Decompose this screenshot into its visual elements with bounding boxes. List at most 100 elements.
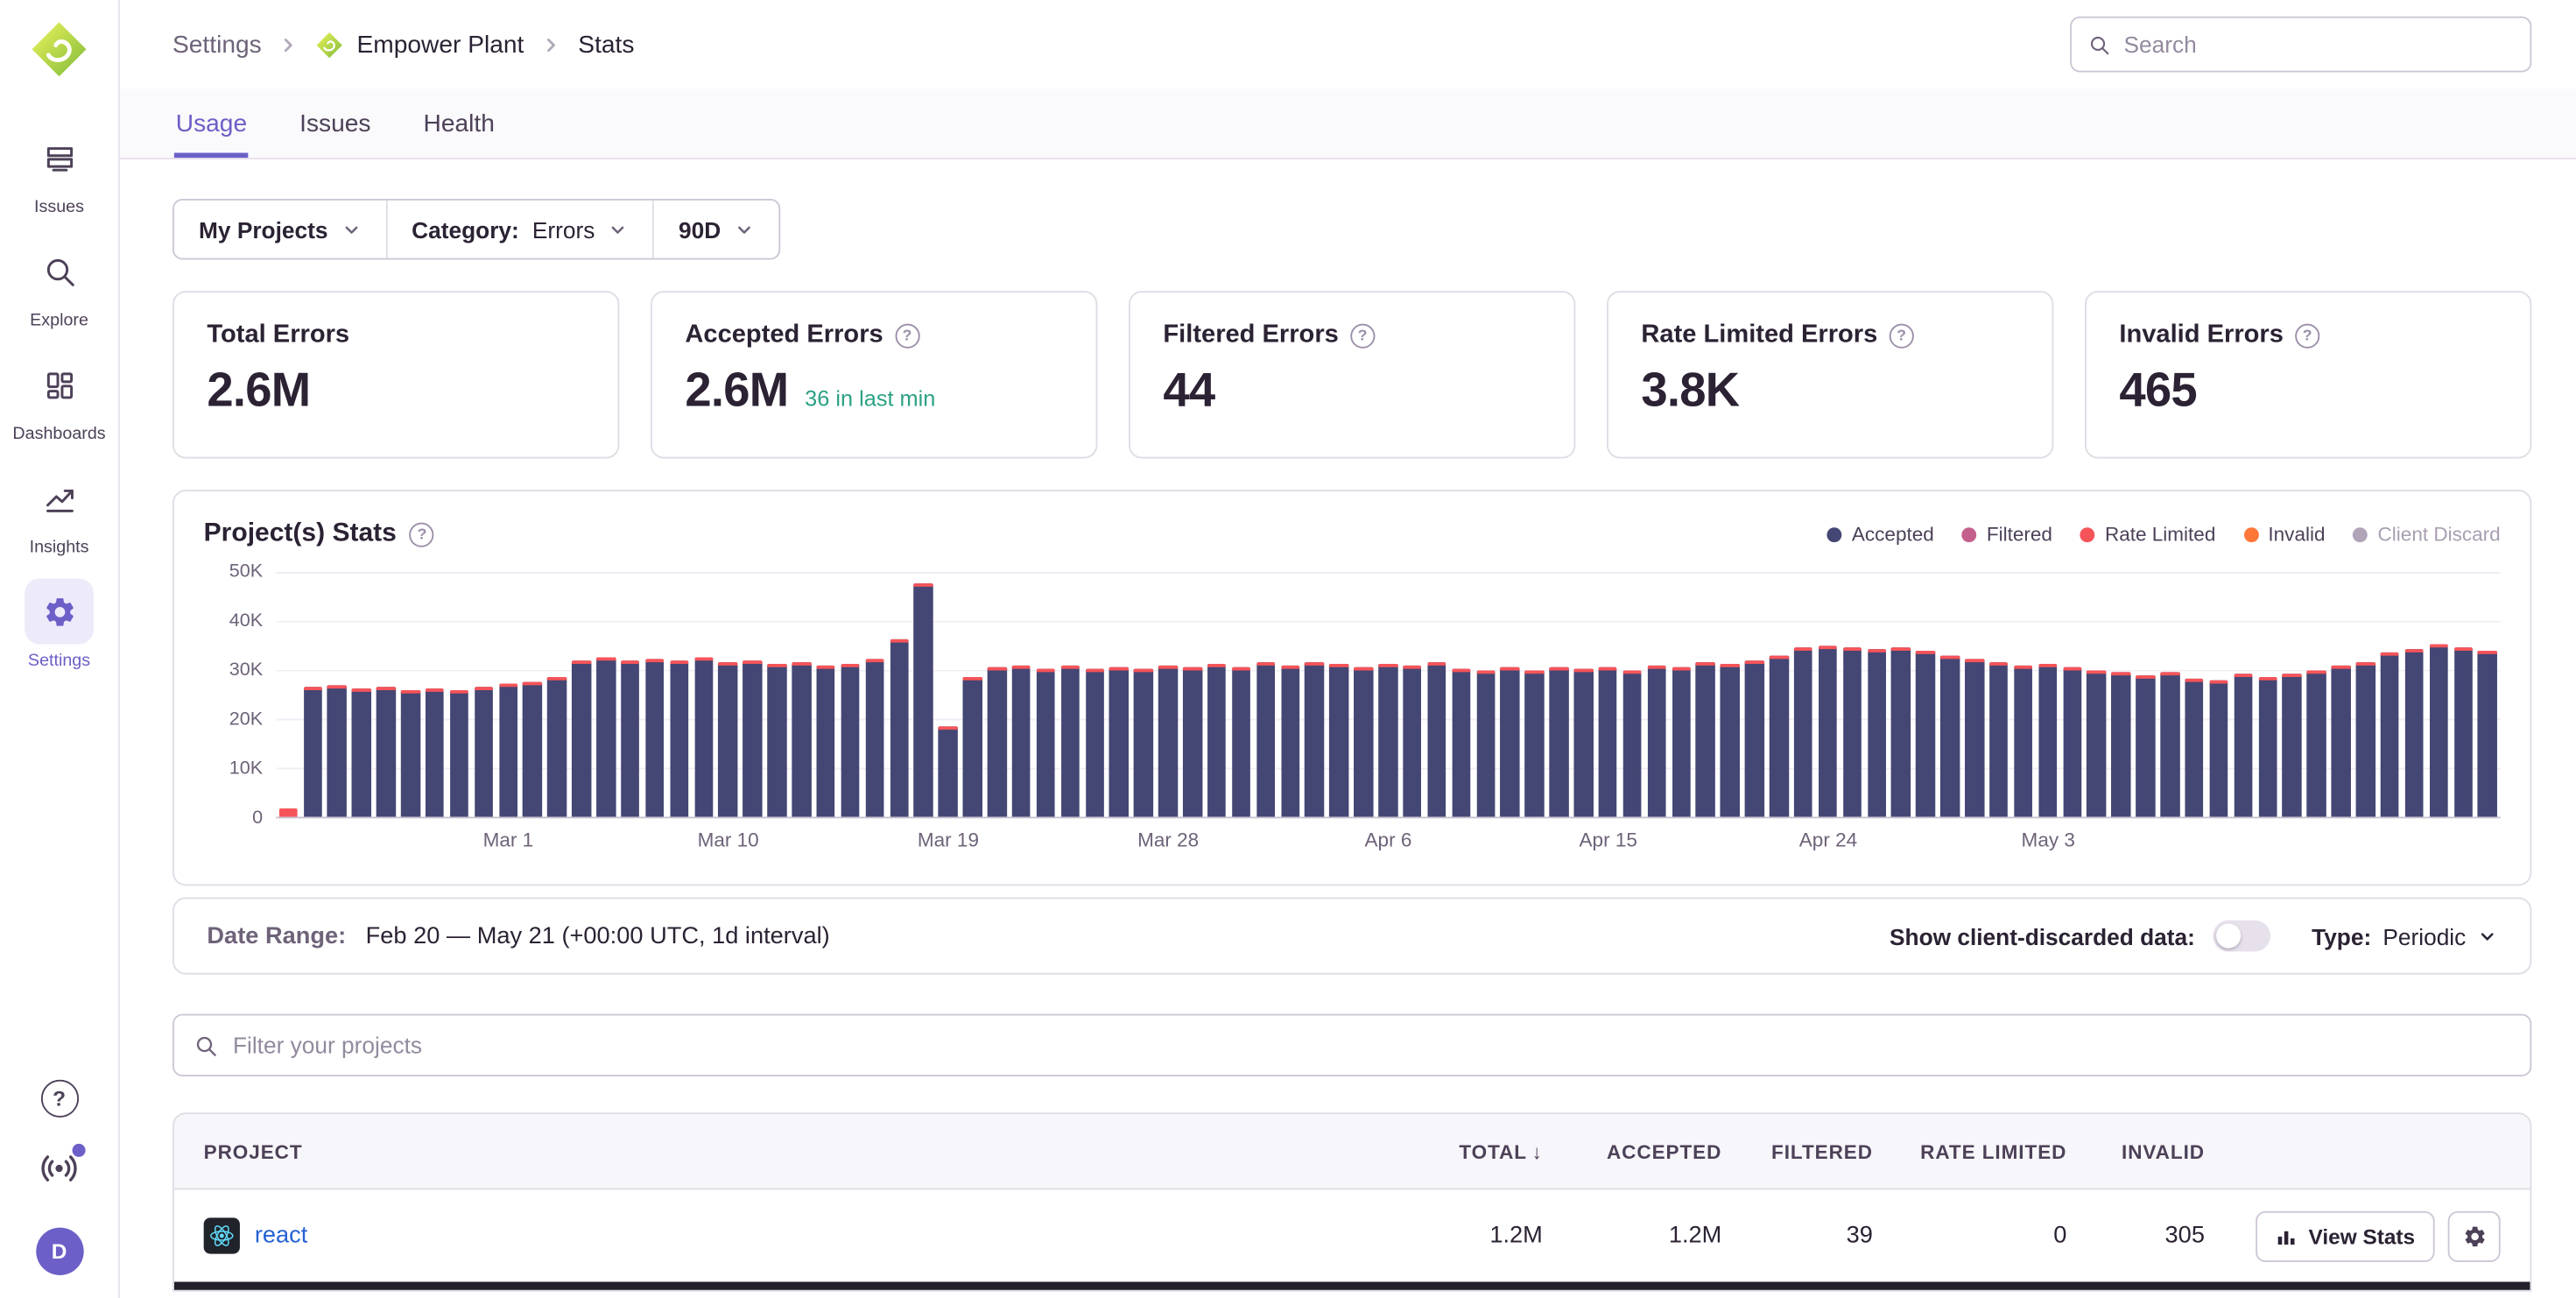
chart-bar[interactable]: [1306, 662, 1325, 817]
chart-bar[interactable]: [1452, 668, 1471, 816]
chart-bar[interactable]: [1354, 667, 1373, 817]
chart-bar[interactable]: [719, 663, 738, 817]
project-filter-search[interactable]: [172, 1014, 2531, 1076]
chart-bar[interactable]: [572, 660, 591, 817]
chart-bar[interactable]: [547, 678, 567, 817]
chart-bar[interactable]: [2014, 666, 2033, 816]
chart-bar[interactable]: [988, 668, 1007, 817]
sidebar-item-insights[interactable]: Insights: [0, 465, 118, 557]
chart-bar[interactable]: [2160, 672, 2179, 816]
sidebar-item-issues[interactable]: Issues: [0, 125, 118, 217]
chart-bar[interactable]: [743, 660, 763, 817]
breadcrumb-org[interactable]: Empower Plant: [316, 31, 524, 59]
chart-bar[interactable]: [1599, 667, 1618, 816]
chart-bar[interactable]: [914, 582, 933, 816]
chart-bar[interactable]: [1403, 666, 1422, 816]
sidebar-item-explore[interactable]: Explore: [0, 238, 118, 330]
tab-issues[interactable]: Issues: [298, 88, 372, 158]
chart-bar[interactable]: [1794, 648, 1813, 816]
category-filter-dropdown[interactable]: Category: Errors: [385, 201, 652, 258]
project-link[interactable]: react: [255, 1223, 308, 1249]
chart-bar[interactable]: [1989, 663, 2009, 817]
chart-bar[interactable]: [2087, 670, 2107, 817]
chart-bar[interactable]: [450, 690, 469, 817]
legend-item-accepted[interactable]: Accepted: [1827, 523, 1934, 546]
chart-bar[interactable]: [2453, 647, 2473, 817]
chart-bar[interactable]: [2234, 674, 2253, 817]
chart-bar[interactable]: [377, 687, 396, 817]
chart-bar[interactable]: [1550, 667, 1569, 817]
chart-bar[interactable]: [426, 688, 445, 817]
client-discard-toggle[interactable]: [2214, 921, 2271, 952]
chart-bar[interactable]: [278, 809, 298, 817]
sidebar-item-settings[interactable]: Settings: [0, 578, 118, 670]
chart-bar[interactable]: [2063, 667, 2082, 817]
chart-bar[interactable]: [1207, 664, 1227, 816]
chart-bar[interactable]: [645, 659, 665, 817]
chart-bar[interactable]: [939, 725, 958, 816]
chart-bar[interactable]: [2478, 651, 2497, 816]
legend-item-filtered[interactable]: Filtered: [1962, 523, 2052, 546]
chart-bar[interactable]: [1427, 662, 1446, 816]
col-header-filtered[interactable]: FILTERED: [1721, 1139, 1873, 1162]
chart-bar[interactable]: [1647, 665, 1666, 816]
info-icon[interactable]: [410, 522, 434, 547]
project-filter-input[interactable]: [233, 1032, 2510, 1058]
chart-bar[interactable]: [1134, 669, 1153, 817]
chart-bar[interactable]: [816, 666, 835, 816]
tab-usage[interactable]: Usage: [174, 88, 249, 158]
info-icon[interactable]: [1350, 323, 1375, 348]
sidebar-item-dashboards[interactable]: Dashboards: [0, 352, 118, 444]
chart-bar[interactable]: [1770, 656, 1789, 816]
legend-item-client-discard[interactable]: Client Discard: [2353, 523, 2500, 546]
tab-health[interactable]: Health: [422, 88, 496, 158]
chart-bar[interactable]: [401, 689, 420, 816]
chart-bar[interactable]: [2112, 673, 2131, 816]
breadcrumb-settings[interactable]: Settings: [172, 31, 262, 59]
avatar[interactable]: D: [35, 1228, 82, 1275]
chart-bar[interactable]: [963, 676, 982, 816]
chart-bar[interactable]: [2405, 649, 2425, 817]
chart-bar[interactable]: [2429, 645, 2448, 817]
chart-bar[interactable]: [327, 685, 347, 817]
chart-bar[interactable]: [1745, 660, 1764, 817]
chart-bar[interactable]: [1060, 666, 1080, 816]
chart-bar[interactable]: [2307, 670, 2326, 816]
col-header-rate-limited[interactable]: RATE LIMITED: [1873, 1139, 2066, 1162]
info-icon[interactable]: [895, 323, 919, 348]
chart-bar[interactable]: [352, 689, 371, 817]
chart-bar[interactable]: [2381, 653, 2400, 817]
chart-bar[interactable]: [2209, 681, 2228, 816]
chart-bar[interactable]: [303, 688, 322, 816]
chart-bar[interactable]: [841, 663, 860, 816]
chart-bar[interactable]: [1672, 668, 1691, 817]
chart-bar[interactable]: [768, 665, 787, 817]
info-icon[interactable]: [1889, 323, 1913, 348]
chart-bar[interactable]: [499, 684, 518, 817]
chart-bar[interactable]: [1378, 663, 1397, 816]
col-header-accepted[interactable]: ACCEPTED: [1543, 1139, 1722, 1162]
col-header-total[interactable]: TOTAL↓: [1346, 1139, 1543, 1162]
period-filter-dropdown[interactable]: 90D: [652, 201, 778, 258]
chart-bar[interactable]: [1696, 661, 1715, 816]
chart-bar[interactable]: [890, 639, 909, 817]
chart-bar[interactable]: [2258, 677, 2277, 816]
chart-bar[interactable]: [1232, 667, 1251, 817]
chart-bar[interactable]: [1891, 646, 1911, 816]
global-search[interactable]: [2070, 17, 2531, 73]
chart-bar[interactable]: [1525, 670, 1545, 817]
chart-bar[interactable]: [1256, 663, 1276, 817]
chart-bar[interactable]: [1721, 665, 1740, 817]
chart-bar[interactable]: [694, 658, 714, 817]
chart-bar[interactable]: [1574, 669, 1594, 816]
chart-bar[interactable]: [1037, 668, 1056, 816]
chart-bar[interactable]: [670, 660, 689, 816]
chart-bar[interactable]: [1183, 668, 1202, 817]
chart-bar[interactable]: [1281, 665, 1300, 816]
chart-bar[interactable]: [475, 686, 494, 816]
chart-bar[interactable]: [2136, 676, 2156, 817]
chart-bar[interactable]: [2185, 678, 2204, 816]
chart-bar[interactable]: [1843, 647, 1862, 816]
chart-bar[interactable]: [621, 661, 640, 817]
chart-bar[interactable]: [1965, 660, 1984, 817]
